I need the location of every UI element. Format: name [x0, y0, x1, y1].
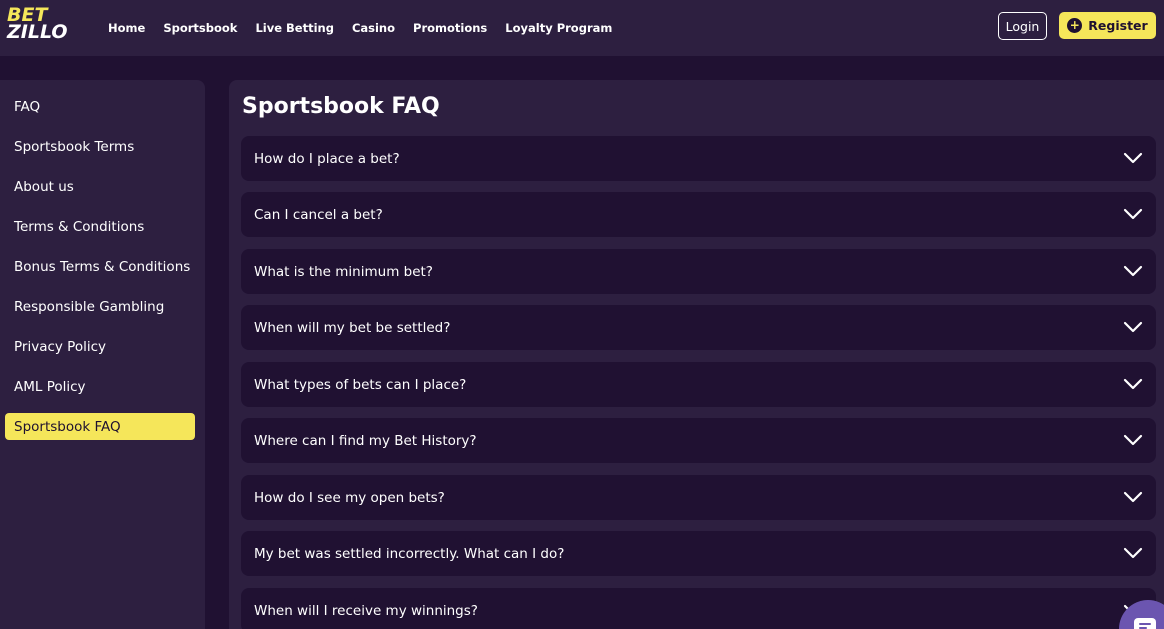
sidebar-item-about-us[interactable]: About us [5, 173, 195, 200]
sidebar-item-privacy-policy[interactable]: Privacy Policy [5, 333, 195, 360]
chevron-down-icon [1123, 434, 1143, 446]
nav-promotions[interactable]: Promotions [413, 21, 487, 35]
top-header: BET ZILLO Home Sportsbook Live Betting C… [0, 0, 1164, 56]
faq-item[interactable]: What types of bets can I place? [241, 362, 1156, 407]
register-button[interactable]: + Register [1059, 12, 1156, 39]
sidebar-item-sportsbook-faq[interactable]: Sportsbook FAQ [5, 413, 195, 440]
chevron-down-icon [1123, 152, 1143, 164]
login-button[interactable]: Login [998, 12, 1047, 40]
betzillo-logo[interactable]: BET ZILLO [7, 5, 77, 47]
nav-live-betting[interactable]: Live Betting [255, 21, 334, 35]
chevron-down-icon [1123, 321, 1143, 333]
nav-sportsbook[interactable]: Sportsbook [163, 21, 237, 35]
faq-item[interactable]: What is the minimum bet? [241, 249, 1156, 294]
faq-question: When will my bet be settled? [254, 319, 451, 336]
main-content: Sportsbook FAQ How do I place a bet? Can… [229, 80, 1164, 629]
nav-loyalty-program[interactable]: Loyalty Program [505, 21, 612, 35]
chat-icon [1134, 618, 1156, 629]
faq-item[interactable]: When will I receive my winnings? [241, 588, 1156, 629]
faq-item[interactable]: Can I cancel a bet? [241, 192, 1156, 237]
sidebar-item-responsible-gambling[interactable]: Responsible Gambling [5, 293, 195, 320]
sidebar-item-faq[interactable]: FAQ [5, 93, 195, 120]
nav-home[interactable]: Home [108, 21, 145, 35]
chevron-down-icon [1123, 378, 1143, 390]
sidebar-item-bonus-terms[interactable]: Bonus Terms & Conditions [5, 253, 195, 280]
sidebar-item-terms-conditions[interactable]: Terms & Conditions [5, 213, 195, 240]
sidebar-item-sportsbook-terms[interactable]: Sportsbook Terms [5, 133, 195, 160]
faq-item[interactable]: How do I see my open bets? [241, 475, 1156, 520]
chevron-down-icon [1123, 491, 1143, 503]
faq-item[interactable]: How do I place a bet? [241, 136, 1156, 181]
chevron-down-icon [1123, 265, 1143, 277]
faq-question: Can I cancel a bet? [254, 206, 383, 223]
faq-question: Where can I find my Bet History? [254, 432, 477, 449]
logo-line-2: ZILLO [7, 21, 68, 44]
main-nav: Home Sportsbook Live Betting Casino Prom… [108, 0, 630, 56]
register-label: Register [1088, 18, 1148, 33]
faq-question: What types of bets can I place? [254, 376, 467, 393]
plus-circle-icon: + [1067, 18, 1083, 33]
chevron-down-icon [1123, 208, 1143, 220]
faq-item[interactable]: Where can I find my Bet History? [241, 418, 1156, 463]
nav-casino[interactable]: Casino [352, 21, 395, 35]
faq-question: How do I place a bet? [254, 150, 400, 167]
chevron-down-icon [1123, 547, 1143, 559]
faq-question: What is the minimum bet? [254, 263, 433, 280]
faq-item[interactable]: My bet was settled incorrectly. What can… [241, 531, 1156, 576]
faq-item[interactable]: When will my bet be settled? [241, 305, 1156, 350]
faq-question: When will I receive my winnings? [254, 602, 478, 619]
faq-question: My bet was settled incorrectly. What can… [254, 545, 565, 562]
sidebar: FAQ Sportsbook Terms About us Terms & Co… [0, 80, 205, 629]
faq-question: How do I see my open bets? [254, 489, 445, 506]
sidebar-item-aml-policy[interactable]: AML Policy [5, 373, 195, 400]
page-title: Sportsbook FAQ [242, 94, 440, 119]
